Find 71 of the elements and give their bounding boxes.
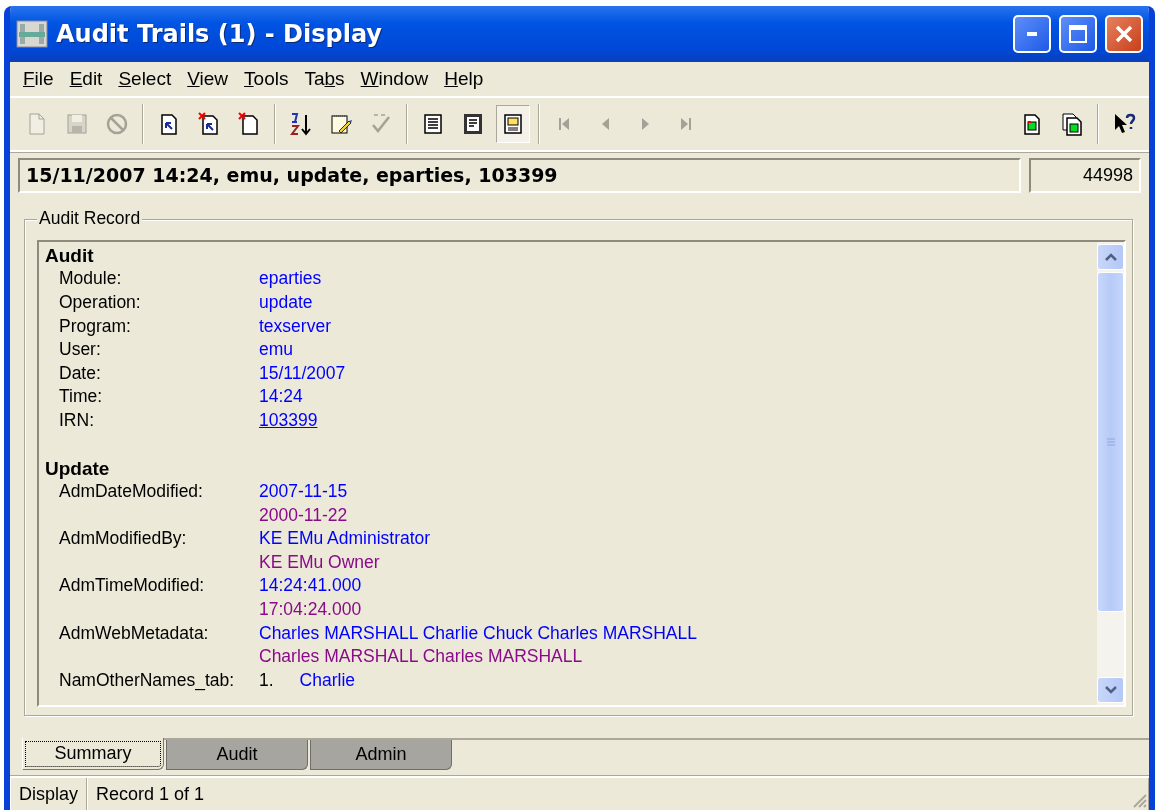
tab[interactable]: Summary: [22, 738, 164, 771]
field-value: 17:04:24.000: [259, 598, 362, 622]
close-button[interactable]: [1105, 14, 1143, 53]
field-value: Charles MARSHALL Charlie Chuck Charles MARSHALL: [259, 621, 697, 645]
field-label: AdmModifiedBy:: [59, 527, 188, 551]
field-value: 14:24:41.000: [259, 574, 362, 598]
help-pointer-icon: [1112, 111, 1136, 136]
window-title: Audit Trails (1) - Display: [56, 19, 383, 48]
menu-item[interactable]: Tools: [237, 65, 296, 92]
maximize-button[interactable]: [1059, 14, 1097, 53]
menu-item[interactable]: File: [16, 65, 61, 92]
field-label: Time:: [59, 385, 104, 409]
document-framed-icon: [461, 111, 485, 136]
status-text: Record 1 of 1: [87, 778, 1149, 810]
record-count-field: 44998: [1029, 157, 1141, 193]
document-cross-icon: [237, 111, 261, 136]
section-heading: Update: [45, 456, 111, 481]
maximize-icon: [1067, 22, 1089, 45]
prohibited-icon: [105, 111, 129, 136]
minimize-button[interactable]: [1013, 14, 1051, 53]
toolbar-button[interactable]: [496, 104, 530, 143]
menu-item[interactable]: View: [180, 65, 236, 92]
field-label: Operation:: [59, 290, 142, 314]
record-summary-field: 15/11/2007 14:24, emu, update, eparties, 103399: [18, 157, 1021, 193]
menu-item[interactable]: Help: [437, 65, 491, 92]
field-value: 15/11/2007: [259, 361, 346, 385]
field-value: Charlie: [299, 668, 356, 692]
field-value: update: [259, 290, 313, 314]
sort-icon: [289, 111, 313, 136]
field-value: 2007-11-15: [259, 480, 348, 504]
field-value: 14:24: [259, 385, 303, 409]
field-value: emu: [259, 338, 294, 362]
field-label: Module:: [59, 267, 123, 291]
chevron-up-icon: [1103, 251, 1118, 262]
field-label: AdmDateModified:: [59, 480, 204, 504]
document-arrow-cross-icon: [197, 111, 221, 136]
field-label: AdmWebMetadata:: [59, 621, 210, 645]
field-label: AdmTimeModified:: [59, 574, 206, 598]
next-record-icon: [641, 117, 649, 130]
menu-item[interactable]: Edit: [62, 65, 110, 92]
status-text: Display: [10, 778, 88, 810]
field-value: 2000-11-22: [259, 503, 348, 527]
scroll-down-button[interactable]: [1097, 677, 1124, 704]
field-label: NamOtherNames_tab:: [59, 668, 236, 693]
field-value: KE EMu Administrator: [259, 527, 431, 551]
field-value: eparties: [259, 267, 322, 291]
documents-badge-icon: [1060, 111, 1084, 136]
scroll-thumb[interactable]: [1097, 271, 1124, 612]
scrollbar[interactable]: [1097, 241, 1124, 706]
previous-record-icon: [601, 117, 609, 130]
tab[interactable]: Audit: [166, 740, 308, 771]
scroll-up-button[interactable]: [1097, 243, 1124, 270]
field-label: Program:: [59, 314, 132, 338]
menu-item[interactable]: Select: [111, 65, 179, 92]
app-icon: [16, 19, 48, 48]
field-value: KE EMu Owner: [259, 550, 380, 574]
field-value: Charles MARSHALL Charles MARSHALL: [259, 645, 583, 669]
field-label: Date:: [59, 361, 102, 385]
menu-item[interactable]: Window: [353, 65, 436, 92]
list-index: 1.: [259, 668, 274, 692]
tab[interactable]: Admin: [310, 740, 452, 771]
document-lines-icon: [421, 111, 445, 136]
field-value: texserver: [259, 314, 331, 338]
field-label: User:: [59, 338, 102, 362]
minimize-icon: [1027, 31, 1037, 36]
document-chart-icon: [501, 111, 525, 136]
chevron-down-icon: [1103, 685, 1118, 696]
menu-item[interactable]: Tabs: [297, 65, 352, 92]
field-label: IRN:: [59, 408, 95, 432]
record-link[interactable]: 103399: [259, 408, 318, 433]
section-heading: Audit: [45, 243, 95, 268]
